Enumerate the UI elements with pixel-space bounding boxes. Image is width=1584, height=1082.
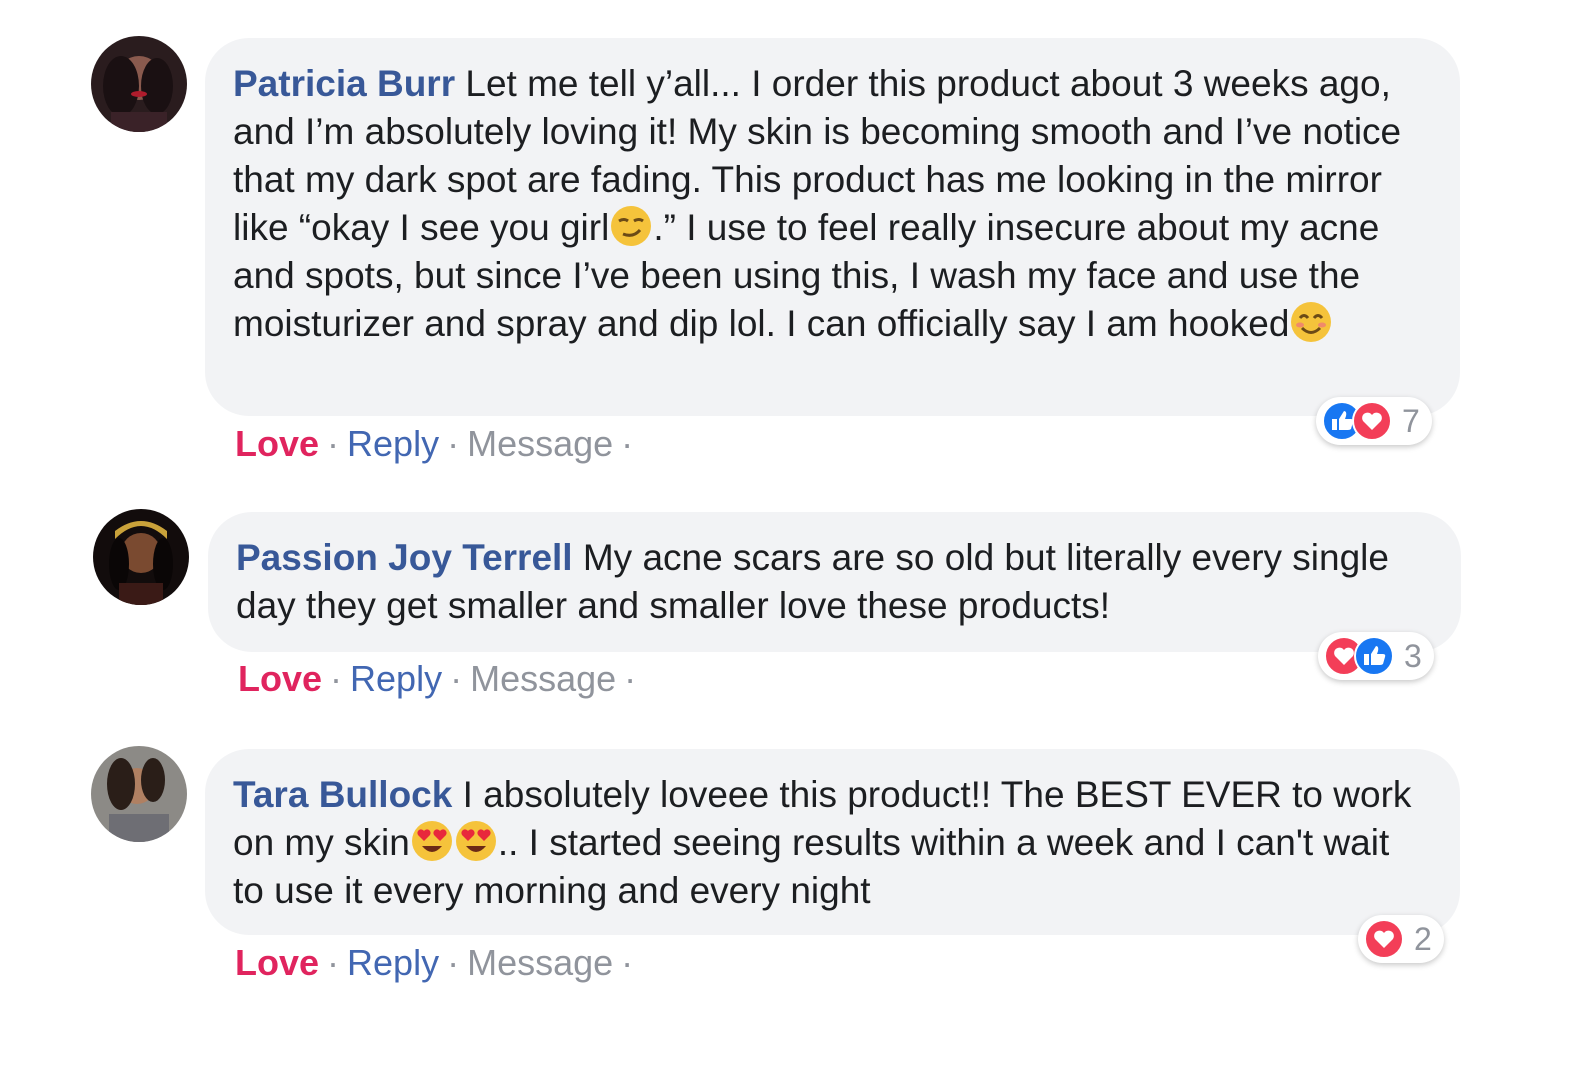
reply-link[interactable]: Reply (347, 942, 439, 983)
reaction-summary[interactable]: 2 (1358, 915, 1444, 963)
reply-link[interactable]: Reply (350, 658, 442, 699)
love-link[interactable]: Love (238, 658, 322, 699)
reaction-summary[interactable]: 7 (1316, 397, 1432, 445)
comment-author[interactable]: Tara Bullock (233, 774, 452, 815)
separator-dot: · (327, 942, 340, 983)
separator-dot: · (624, 658, 637, 699)
separator-dot: · (450, 658, 463, 699)
separator-dot: · (447, 423, 460, 464)
love-icon (1364, 919, 1404, 959)
like-icon (1354, 636, 1394, 676)
love-link[interactable]: Love (235, 942, 319, 983)
reaction-count: 7 (1402, 402, 1420, 439)
smiling-emoji (1289, 300, 1333, 344)
separator-dot: · (330, 658, 343, 699)
love-link[interactable]: Love (235, 423, 319, 464)
separator-dot: · (447, 942, 460, 983)
heart-eyes-emoji (410, 819, 454, 863)
comment-author[interactable]: Passion Joy Terrell (236, 537, 573, 578)
reaction-summary[interactable]: 3 (1318, 632, 1434, 680)
comment-author[interactable]: Patricia Burr (233, 63, 455, 104)
avatar[interactable] (91, 36, 187, 132)
separator-dot: · (621, 942, 634, 983)
reaction-count: 2 (1414, 920, 1432, 957)
reply-link[interactable]: Reply (347, 423, 439, 464)
reaction-count: 3 (1404, 637, 1422, 674)
comment-actions: Love · Reply · Message · (235, 422, 641, 466)
heart-eyes-emoji (454, 819, 498, 863)
comment-actions: Love · Reply · Message · (238, 657, 644, 701)
separator-dot: · (327, 423, 340, 464)
comment-bubble: Patricia Burr Let me tell y’all... I ord… (205, 38, 1460, 416)
love-icon (1352, 401, 1392, 441)
message-link[interactable]: Message (467, 423, 613, 464)
message-link[interactable]: Message (467, 942, 613, 983)
avatar[interactable] (93, 509, 189, 605)
message-link[interactable]: Message (470, 658, 616, 699)
separator-dot: · (621, 423, 634, 464)
comment-actions: Love · Reply · Message · (235, 941, 641, 985)
smirk-emoji (609, 204, 653, 248)
avatar[interactable] (91, 746, 187, 842)
comment-bubble: Tara Bullock I absolutely loveee this pr… (205, 749, 1460, 935)
comment-bubble: Passion Joy Terrell My acne scars are so… (208, 512, 1461, 652)
